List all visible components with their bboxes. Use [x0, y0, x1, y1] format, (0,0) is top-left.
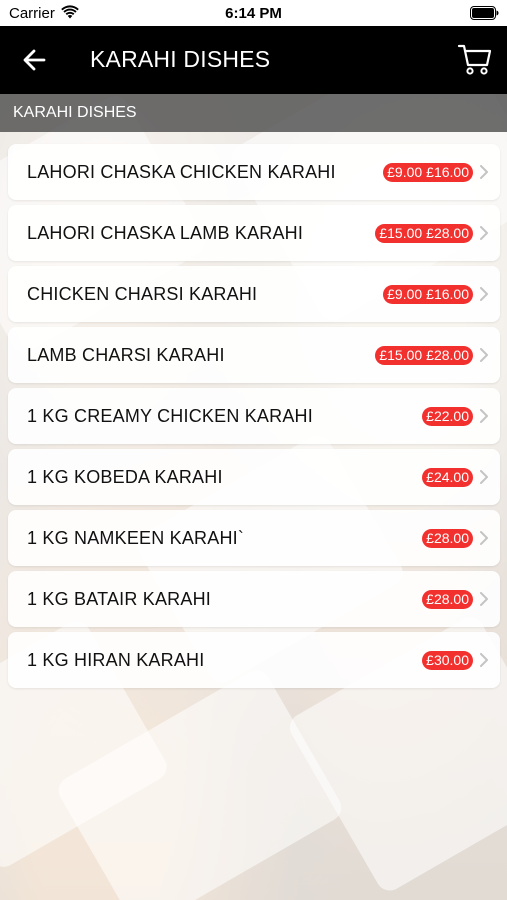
- chevron-right-icon: [480, 165, 488, 179]
- chevron-right-icon: [480, 409, 488, 423]
- price-badge-wrap: £24.00: [422, 468, 473, 487]
- chevron-right-icon: [480, 592, 488, 606]
- cart-button[interactable]: [457, 41, 493, 77]
- menu-item-name: 1 KG NAMKEEN KARAHI`: [27, 528, 245, 548]
- price-large: £16.00: [426, 164, 469, 180]
- menu-item-name: LAMB CHARSI KARAHI: [27, 345, 225, 365]
- section-header-label: KARAHI DISHES: [13, 104, 137, 121]
- menu-item-name: LAHORI CHASKA CHICKEN KARAHI: [27, 162, 336, 182]
- chevron-right-icon: [480, 348, 488, 362]
- menu-item-name: 1 KG CREAMY CHICKEN KARAHI: [27, 406, 313, 426]
- price-badge-wrap: £9.00 £16.00: [383, 163, 473, 182]
- back-button[interactable]: [20, 46, 50, 74]
- shopping-cart-icon: [457, 44, 492, 75]
- menu-item-name: CHICKEN CHARSI KARAHI: [27, 284, 258, 304]
- chevron-right-icon: [480, 531, 488, 545]
- menu-item[interactable]: LAHORI CHASKA LAMB KARAHI £15.00 £28.00: [8, 205, 500, 261]
- price-large: £28.00: [426, 225, 469, 241]
- menu-item[interactable]: 1 KG BATAIR KARAHI £28.00: [8, 571, 500, 627]
- price-badge-wrap: £15.00 £28.00: [375, 346, 473, 365]
- price-badge: £24.00: [422, 468, 473, 487]
- price-badge: £15.00 £28.00: [375, 346, 473, 365]
- chevron-right-icon: [480, 653, 488, 667]
- menu-item-name: LAHORI CHASKA LAMB KARAHI: [27, 223, 304, 243]
- menu-item[interactable]: 1 KG CREAMY CHICKEN KARAHI £22.00: [8, 388, 500, 444]
- battery-icon: [470, 6, 499, 20]
- arrow-left-icon: [23, 49, 46, 71]
- menu-item-name: 1 KG KOBEDA KARAHI: [27, 467, 223, 487]
- menu-item-name: 1 KG BATAIR KARAHI: [27, 589, 211, 609]
- price-badge: £28.00: [422, 529, 473, 548]
- chevron-right-icon: [480, 470, 488, 484]
- price-badge-wrap: £28.00: [422, 590, 473, 609]
- price-large: £28.00: [426, 347, 469, 363]
- page-title: KARAHI DISHES: [90, 46, 271, 72]
- price-badge-wrap: £22.00: [422, 407, 473, 426]
- price-single: £22.00: [426, 408, 469, 424]
- chevron-right-icon: [480, 226, 488, 240]
- price-small: £15.00: [379, 347, 423, 363]
- menu-item[interactable]: CHICKEN CHARSI KARAHI £9.00 £16.00: [8, 266, 500, 322]
- price-large: £16.00: [426, 286, 469, 302]
- menu-item[interactable]: 1 KG NAMKEEN KARAHI` £28.00: [8, 510, 500, 566]
- price-badge-wrap: £30.00: [422, 651, 473, 670]
- chevron-right-icon: [480, 287, 488, 301]
- price-single: £28.00: [426, 530, 469, 546]
- menu-item[interactable]: 1 KG KOBEDA KARAHI £24.00: [8, 449, 500, 505]
- price-badge: £15.00 £28.00: [375, 224, 473, 243]
- price-single: £24.00: [426, 469, 469, 485]
- price-badge: £22.00: [422, 407, 473, 426]
- price-small: £9.00: [387, 286, 423, 302]
- status-bar: Carrier 6:14 PM: [0, 0, 507, 26]
- price-badge-wrap: £15.00 £28.00: [375, 224, 473, 243]
- status-time: 6:14 PM: [225, 5, 282, 22]
- price-badge-wrap: £28.00: [422, 529, 473, 548]
- menu-item[interactable]: LAHORI CHASKA CHICKEN KARAHI £9.00 £16.0…: [8, 144, 500, 200]
- menu-item[interactable]: LAMB CHARSI KARAHI £15.00 £28.00: [8, 327, 500, 383]
- menu-item-name: 1 KG HIRAN KARAHI: [27, 650, 205, 670]
- price-single: £28.00: [426, 591, 469, 607]
- price-badge: £28.00: [422, 590, 473, 609]
- navigation-bar: KARAHI DISHES: [0, 26, 507, 94]
- price-badge: £9.00 £16.00: [383, 285, 473, 304]
- price-single: £30.00: [426, 652, 469, 668]
- menu-item[interactable]: 1 KG HIRAN KARAHI £30.00: [8, 632, 500, 688]
- price-badge: £9.00 £16.00: [383, 163, 473, 182]
- price-badge-wrap: £9.00 £16.00: [383, 285, 473, 304]
- section-header: KARAHI DISHES: [0, 94, 507, 132]
- price-badge: £30.00: [422, 651, 473, 670]
- price-small: £9.00: [387, 164, 423, 180]
- price-small: £15.00: [379, 225, 423, 241]
